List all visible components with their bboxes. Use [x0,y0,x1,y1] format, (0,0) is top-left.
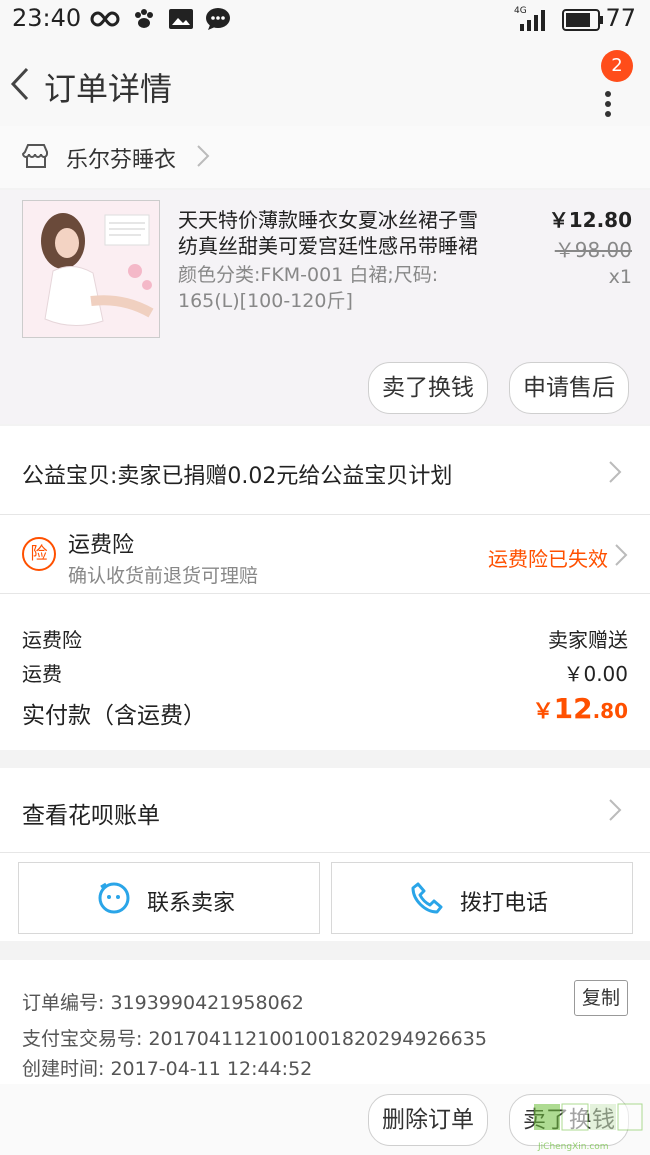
product-title-line2[interactable]: 纺真丝甜美可爱宫廷性感吊带睡裙 [178,230,478,259]
product-sku-line1: 颜色分类:FKM-001 白裙;尺码: [178,264,439,286]
product-thumbnail[interactable] [22,200,160,338]
signal-icon [516,8,550,36]
order-info-section: 订单编号: 3193990421958062 复制 支付宝交易号: 201704… [0,960,650,1084]
phone-icon [410,881,444,919]
total-amount: ￥12.80 [533,692,628,725]
created-time: 创建时间: 2017-04-11 12:44:52 [22,1054,312,1081]
copy-button[interactable]: 复制 [574,980,628,1016]
alipay-label: 支付宝交易号: [22,1028,143,1050]
chevron-right-icon [196,144,210,172]
product-section: 天天特价薄款睡衣女夏冰丝裙子雪 纺真丝甜美可爱宫廷性感吊带睡裙 颜色分类:FKM… [0,190,650,424]
shipping-fee-label: 运费 [22,662,62,686]
shop-name: 乐尔芬睡衣 [66,148,177,173]
shop-icon [21,142,50,174]
footer-bar: 删除订单 卖了换钱 JiChengXin.com [0,1084,650,1155]
total-integer: 12 [553,692,593,725]
more-vertical-icon [604,90,612,122]
chevron-right-icon [608,798,622,826]
page-title: 订单详情 [44,70,173,108]
created-label: 创建时间: [22,1058,105,1080]
product-quantity: x1 [608,266,632,288]
insurance-title: 运费险 [68,533,135,558]
battery-percent: 77 [605,4,636,32]
insurance-subtitle: 确认收货前退货可理赔 [68,565,259,587]
product-price: ￥12.80 [548,208,632,232]
contact-seller-button[interactable]: 联系卖家 [18,862,320,934]
insurance-row[interactable]: 险 运费险 确认收货前退货可理赔 运费险已失效 [0,515,650,593]
insurance-fee-label: 运费险 [22,628,82,652]
paw-icon [132,7,156,35]
charity-text: 公益宝贝:卖家已捐赠0.02元给公益宝贝计划 [22,464,453,489]
alipay-number: 2017041121001001820294926635 [148,1028,487,1050]
chat-bubble-icon [205,7,231,35]
insurance-fee-value: 卖家赠送 [548,628,628,652]
app-header: 订单详情 2 [0,40,650,126]
call-phone-button[interactable]: 拨打电话 [331,862,633,934]
contact-seller-label: 联系卖家 [147,891,236,916]
order-number: 订单编号: 3193990421958062 [22,988,304,1015]
product-sku-line2: 165(L)[100-120斤] [178,290,353,312]
more-menu-button[interactable]: 2 [592,50,633,124]
total-decimal: .80 [592,699,628,723]
total-currency: ￥ [532,699,554,723]
resell-button[interactable]: 卖了换钱 [368,362,488,414]
back-arrow-icon[interactable] [8,66,32,106]
insurance-badge-icon: 险 [22,537,56,571]
contact-section: 联系卖家 拨打电话 [0,853,650,941]
delete-order-button[interactable]: 删除订单 [368,1094,488,1146]
product-original-price: ￥98.00 [554,238,632,262]
chat-icon [97,881,131,919]
huabei-label: 查看花呗账单 [22,803,160,829]
created-value: 2017-04-11 12:44:52 [110,1058,313,1080]
shop-row[interactable]: 乐尔芬睡衣 [0,126,650,188]
watermark-text: JiChengXin.com [538,1142,609,1152]
order-number-value: 3193990421958062 [110,992,304,1014]
total-label: 实付款（含运费） [22,703,206,729]
order-number-label: 订单编号: [22,992,105,1014]
shipping-fee-value: ￥0.00 [563,662,628,686]
cost-summary: 运费险 卖家赠送 运费 ￥0.00 实付款（含运费） ￥12.80 [0,594,650,750]
call-phone-label: 拨打电话 [460,891,549,916]
product-title-line1[interactable]: 天天特价薄款睡衣女夏冰丝裙子雪 [178,204,478,233]
alipay-transaction: 支付宝交易号: 2017041121001001820294926635 [22,1024,487,1051]
infinity-icon [90,10,120,32]
watermark-logo [532,1098,644,1146]
huabei-row[interactable]: 查看花呗账单 [0,768,650,852]
status-bar: 23:40 4G 77 [0,0,650,40]
chevron-right-icon [614,543,628,571]
charity-row[interactable]: 公益宝贝:卖家已捐赠0.02元给公益宝贝计划 [0,426,650,514]
notification-badge: 2 [601,50,633,82]
after-sale-button[interactable]: 申请售后 [509,362,629,414]
image-notification-icon [168,8,194,34]
insurance-status: 运费险已失效 [488,547,608,571]
chevron-right-icon [608,460,622,488]
status-time: 23:40 [12,4,82,32]
battery-icon [562,9,604,35]
